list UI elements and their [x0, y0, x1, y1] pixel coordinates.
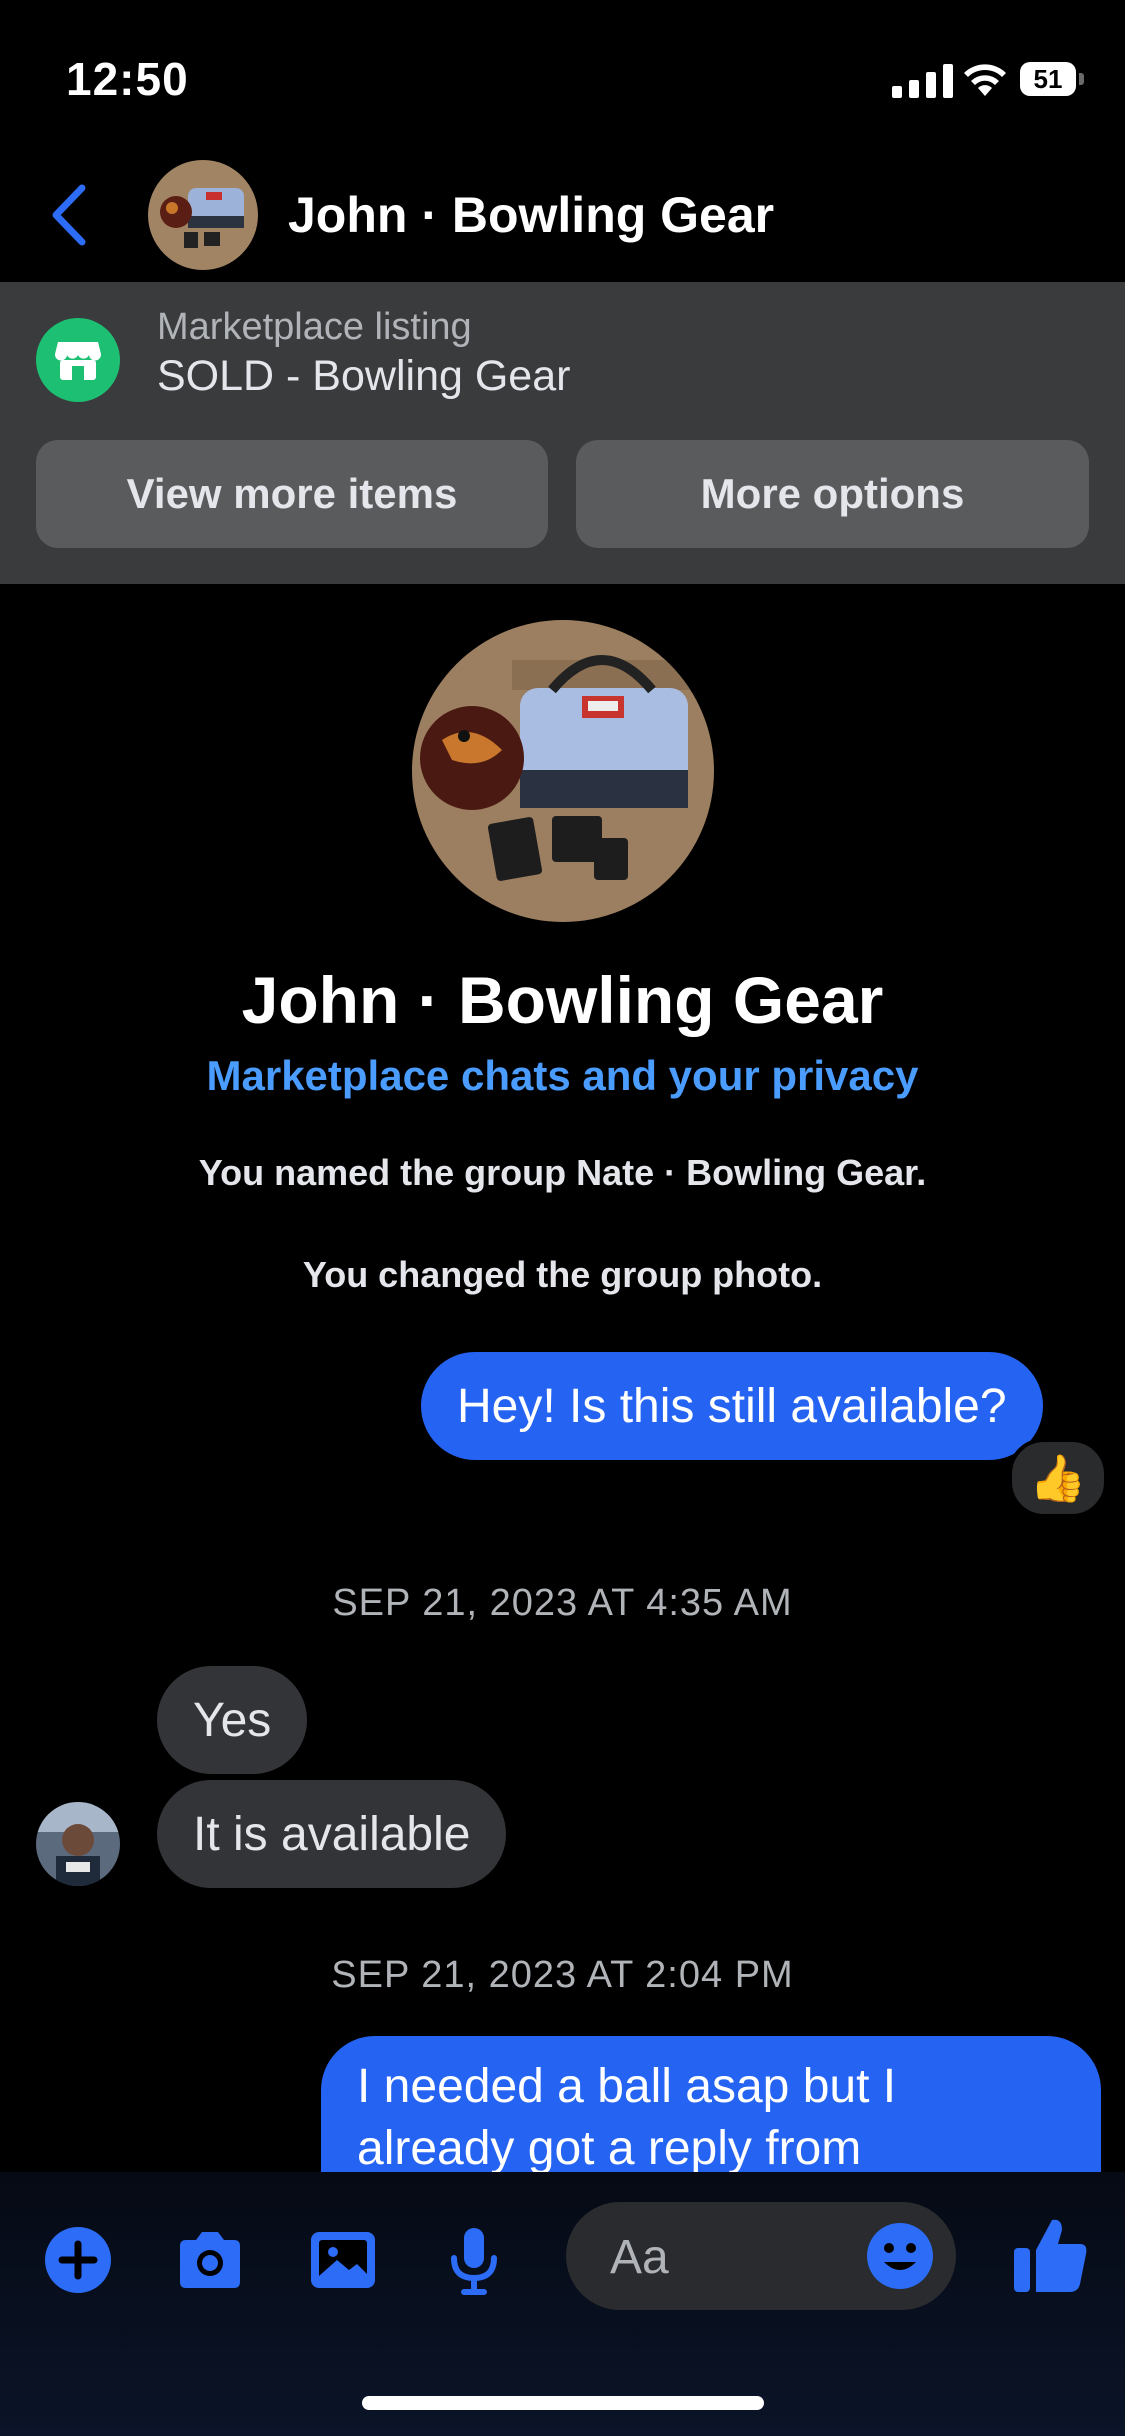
microphone-icon[interactable]: [436, 2222, 512, 2298]
system-message: You named the group Nate · Bowling Gear.: [198, 1152, 927, 1193]
battery-icon: 51: [1020, 62, 1084, 98]
outgoing-message-text: I needed a ball asap but I already got a…: [357, 2060, 897, 2172]
plus-icon[interactable]: [40, 2222, 116, 2298]
cellular-signal-icon: [892, 64, 953, 98]
system-message: You changed the group photo.: [302, 1254, 823, 1295]
thumbs-up-send-icon[interactable]: [1010, 2212, 1092, 2296]
outgoing-message[interactable]: Hey! Is this still available?: [421, 1352, 1043, 1460]
marketplace-shop-icon: [36, 318, 120, 402]
photo-gallery-icon[interactable]: [305, 2222, 381, 2298]
status-time: 12:50: [66, 53, 189, 105]
thumbs-up-reaction[interactable]: 👍: [1008, 1438, 1108, 1518]
incoming-message[interactable]: Yes: [157, 1666, 308, 1774]
more-options-button[interactable]: More options: [576, 440, 1089, 548]
chat-title[interactable]: John · Bowling Gear: [288, 186, 774, 244]
incoming-message[interactable]: It is available: [157, 1780, 507, 1888]
home-indicator: [362, 2396, 764, 2410]
marketplace-listing-label: Marketplace listing: [157, 306, 472, 348]
battery-level: 51: [1020, 62, 1076, 96]
message-input-placeholder: Aa: [610, 2231, 669, 2284]
group-avatar[interactable]: [148, 160, 258, 270]
listing-title[interactable]: SOLD - Bowling Gear: [157, 352, 570, 401]
group-photo[interactable]: [412, 620, 714, 922]
group-name-heading: John · Bowling Gear: [241, 963, 884, 1037]
timestamp: SEP 21, 2023 AT 2:04 PM: [331, 1954, 794, 1996]
wifi-icon: [964, 64, 1006, 96]
outgoing-message-partial[interactable]: I needed a ball asap but I already got a…: [321, 2036, 1101, 2172]
view-more-items-button[interactable]: View more items: [36, 440, 548, 548]
privacy-link[interactable]: Marketplace chats and your privacy: [0, 1052, 1125, 1100]
timestamp: SEP 21, 2023 AT 4:35 AM: [332, 1582, 793, 1624]
back-chevron-icon[interactable]: [46, 180, 92, 250]
camera-icon[interactable]: [172, 2222, 248, 2298]
sender-avatar[interactable]: [36, 1802, 120, 1886]
emoji-icon[interactable]: [864, 2220, 936, 2292]
